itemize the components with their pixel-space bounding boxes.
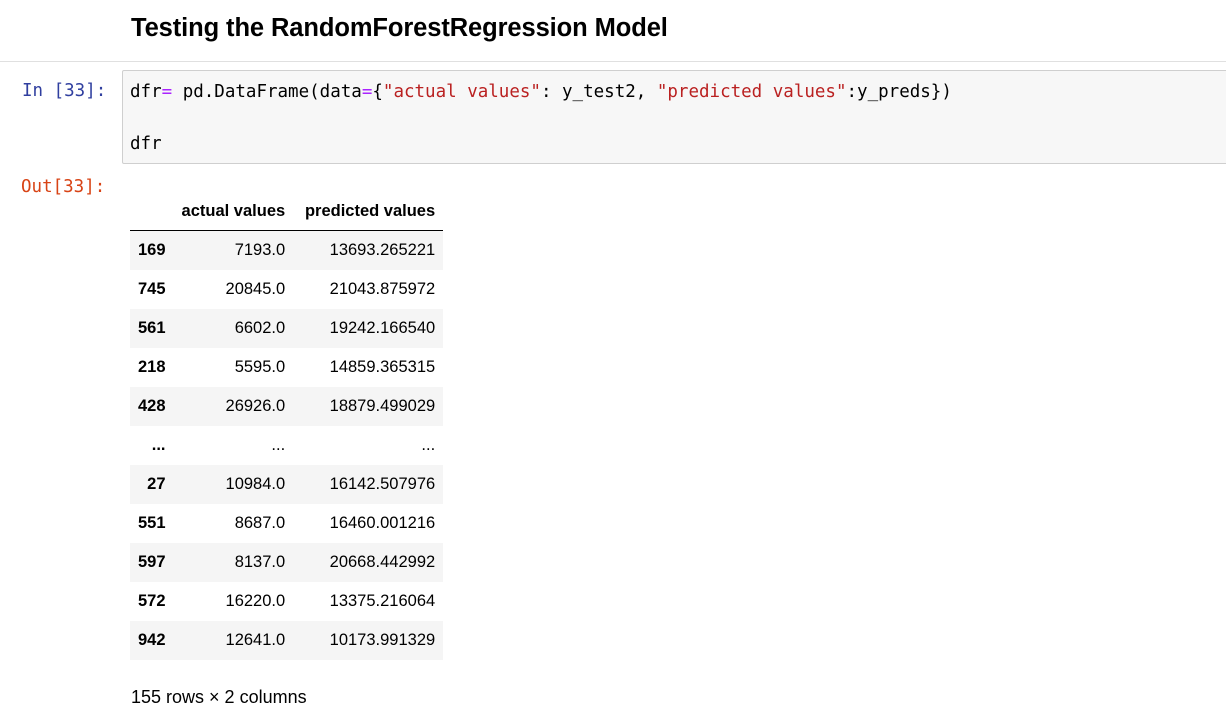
code-token-plain: { <box>372 82 383 102</box>
code-token-plain: dfr <box>130 82 162 102</box>
code-token-plain: : y_test2, <box>540 82 657 102</box>
code-token-str: "predicted values" <box>656 82 847 102</box>
table-row: 428 26926.0 18879.499029 <box>130 387 444 426</box>
row-index: 572 <box>138 592 166 610</box>
cell-predicted-value: 14859.365315 <box>329 358 436 376</box>
cell-actual-value: 8137.0 <box>234 553 286 571</box>
cell-actual-value: 20845.0 <box>225 280 286 298</box>
cell-actual-value: 7193.0 <box>234 241 286 259</box>
code-token-plain: pd.DataFrame(data <box>172 82 362 102</box>
column-header-actual-values: actual values <box>173 192 294 231</box>
cell-actual-value: 10984.0 <box>225 475 286 493</box>
code-token-str: "actual values" <box>382 82 541 102</box>
table-row: 561 6602.0 19242.166540 <box>130 309 444 348</box>
table-row: 572 16220.0 13375.216064 <box>130 582 443 621</box>
cell-actual-value: 5595.0 <box>234 358 286 376</box>
table-row: 597 8137.0 20668.442992 <box>130 543 444 582</box>
cell-actual-value: 26926.0 <box>225 397 286 415</box>
table-row: 218 5595.0 14859.365315 <box>130 348 443 387</box>
cell-predicted-value: 13375.216064 <box>329 592 436 610</box>
cell-predicted-value: 18879.499029 <box>329 397 436 415</box>
table-row: 745 20845.0 21043.875972 <box>130 270 443 309</box>
table-header-row: actual values predicted values <box>130 192 444 231</box>
cell-predicted-value: 10173.991329 <box>329 631 436 649</box>
row-index: 597 <box>138 553 166 571</box>
code-token-op: = <box>161 82 173 102</box>
row-index: ... <box>151 436 166 454</box>
table-row: 942 12641.0 10173.991329 <box>130 621 444 660</box>
column-header-predicted-values: predicted values <box>293 192 444 231</box>
table-row: ......... <box>130 426 443 465</box>
row-index: 551 <box>138 514 166 532</box>
table-body: 169 7193.0 13693.265221 745 20845.0 21043.875… <box>130 230 444 660</box>
cell-actual-value: 16220.0 <box>225 592 286 610</box>
markdown-heading: Testing the RandomForestRegression Model <box>131 14 668 42</box>
row-index: 27 <box>147 475 166 493</box>
input-prompt: In [33]: <box>22 81 107 101</box>
row-index: 218 <box>138 358 166 376</box>
output-prompt: Out[33]: <box>21 177 106 197</box>
row-index: 169 <box>138 241 166 259</box>
index-column-header <box>130 192 174 231</box>
cell-predicted-value: 13693.265221 <box>329 241 436 259</box>
cell-actual-value: 8687.0 <box>234 514 286 532</box>
table-row: 27 10984.0 16142.507976 <box>130 465 444 504</box>
cell-predicted-value: 20668.442992 <box>329 553 436 571</box>
row-index: 561 <box>138 319 166 337</box>
code-token-op: = <box>361 82 373 102</box>
cell-divider <box>0 61 1226 62</box>
cell-predicted-value: ... <box>421 436 436 454</box>
cell-predicted-value: 19242.166540 <box>329 319 436 337</box>
code-token-plain: :y_preds}) <box>846 82 952 102</box>
cell-actual-value: 6602.0 <box>234 319 286 337</box>
cell-actual-value: ... <box>271 436 286 454</box>
code-token-plain: dfr <box>130 134 162 154</box>
cell-predicted-value: 21043.875972 <box>329 280 436 298</box>
cell-predicted-value: 16460.001216 <box>329 514 436 532</box>
table-row: 551 8687.0 16460.001216 <box>130 504 443 543</box>
row-index: 942 <box>138 631 166 649</box>
cell-actual-value: 12641.0 <box>225 631 286 649</box>
row-index: 745 <box>138 280 166 298</box>
row-index: 428 <box>138 397 166 415</box>
dataframe-dimensions: 155 rows × 2 columns <box>131 687 307 707</box>
table-row: 169 7193.0 13693.265221 <box>130 230 444 270</box>
code-line: dfr= pd.DataFrame(data={"actual values":… <box>130 82 952 102</box>
code-editor[interactable]: dfr= pd.DataFrame(data={"actual values":… <box>122 70 1226 164</box>
cell-predicted-value: 16142.507976 <box>329 475 436 493</box>
dataframe-table: actual values predicted values 169 7193.0… <box>130 192 444 660</box>
code-line: dfr <box>130 134 162 154</box>
